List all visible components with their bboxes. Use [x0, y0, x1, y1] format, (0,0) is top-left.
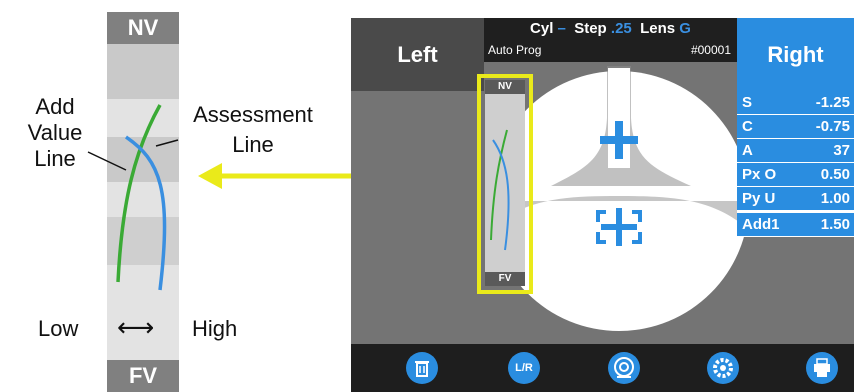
lens-label: Lens — [640, 20, 676, 37]
add-value-line — [116, 104, 162, 283]
status-header: Cyl – Step .25 Lens G Auto Prog #00001 — [484, 18, 737, 62]
device-screen: Left Cyl – Step .25 Lens G Auto Prog #00… — [351, 18, 854, 392]
add-label-line1: Add — [35, 94, 75, 119]
assessment-pointer — [155, 139, 179, 147]
add-value-pointer — [87, 151, 127, 171]
param-row-py: Py U 1.00 — [737, 187, 854, 211]
param-row-c: C -0.75 — [737, 115, 854, 139]
highlight-box — [477, 74, 533, 294]
param-row-a: A 37 — [737, 139, 854, 163]
param-key: Py U — [742, 190, 776, 207]
measurement-panel: S -1.25 C -0.75 A 37 Px O 0.50 Py U 1.00… — [737, 91, 854, 237]
add-key: Add1 — [742, 216, 780, 233]
assessment-line-label: Assessment Line — [178, 102, 328, 158]
header-row: Cyl – Step .25 Lens G — [484, 20, 737, 37]
param-value: 37 — [833, 142, 850, 159]
low-label: Low — [38, 316, 79, 341]
lr-icon[interactable]: L/R — [508, 352, 540, 384]
param-value: 1.00 — [820, 190, 850, 207]
param-row-s: S -1.25 — [737, 91, 854, 115]
param-value: -1.25 — [815, 94, 850, 111]
add-label-line3: Line — [34, 146, 76, 171]
step-label: Step — [574, 20, 607, 37]
add-value-line-label: Add Value Line — [22, 94, 88, 172]
assessment-label-line1: Assessment — [193, 102, 313, 127]
param-key: S — [742, 94, 753, 111]
param-key: Px O — [742, 166, 777, 183]
param-key: C — [742, 118, 753, 135]
mode-text: Auto Prog — [488, 43, 542, 57]
lens-icon[interactable] — [608, 352, 640, 384]
record-number: #00001 — [690, 43, 731, 57]
assessment-label-line2: Line — [232, 132, 274, 157]
high-label: High — [192, 316, 238, 341]
add-label-line2: Value — [27, 120, 83, 145]
assessment-line — [125, 135, 167, 291]
yellow-arrow-tip — [200, 164, 222, 188]
right-lens-button[interactable]: Right — [737, 18, 854, 91]
cyl-label: Cyl — [530, 20, 554, 37]
lens-value: G — [679, 20, 691, 37]
param-row-add: Add1 1.50 — [737, 211, 854, 237]
gear-icon[interactable] — [707, 352, 739, 384]
param-value: -0.75 — [815, 118, 850, 135]
trash-icon[interactable] — [406, 352, 438, 384]
target-plus-h — [600, 136, 638, 144]
left-lens-button[interactable]: Left — [351, 18, 484, 91]
bottom-toolbar: L/R — [351, 344, 854, 392]
param-row-px: Px O 0.50 — [737, 163, 854, 187]
param-key: A — [742, 142, 753, 159]
printer-icon[interactable] — [806, 352, 838, 384]
reticle-cross-h — [601, 224, 637, 230]
step-value: .25 — [610, 20, 632, 37]
param-value: 0.50 — [820, 166, 850, 183]
range-arrow-icon: ⟷ — [117, 312, 155, 342]
add-value: 1.50 — [820, 216, 850, 233]
cyl-value: – — [557, 20, 566, 37]
